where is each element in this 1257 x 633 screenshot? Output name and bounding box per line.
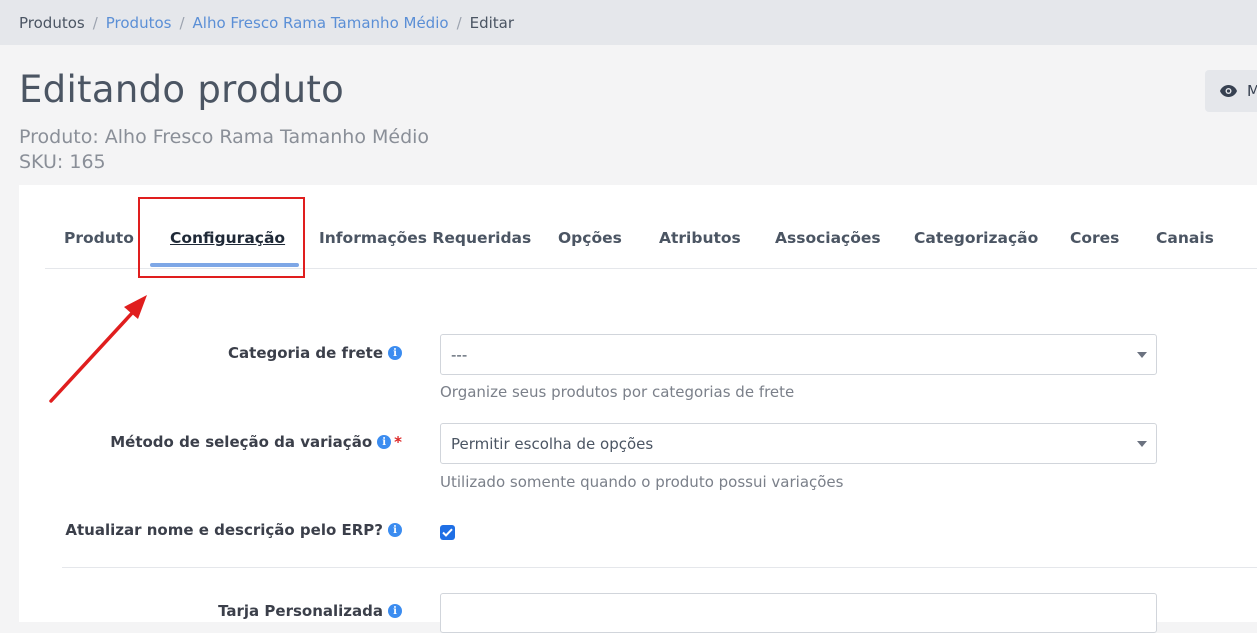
tab-informacoes-requeridas[interactable]: Informações Requeridas [319,229,531,247]
view-product-button[interactable]: M [1205,70,1257,112]
caret-down-icon [1137,352,1147,358]
breadcrumb-item-products[interactable]: Produtos [106,14,172,32]
breadcrumb-item-products-root: Produtos [19,13,85,32]
info-icon[interactable]: i [377,435,392,449]
info-icon[interactable]: i [388,604,402,618]
tab-atributos[interactable]: Atributos [659,229,741,247]
shipping-category-value: --- [451,345,468,364]
erp-update-label-text: Atualizar nome e descrição pelo ERP? [65,521,383,539]
page-title: Editando produto [19,68,345,111]
shipping-category-help: Organize seus produtos por categorias de… [440,383,795,401]
tab-categorizacao[interactable]: Categorização [914,229,1038,247]
shipping-category-label-text: Categoria de frete [228,344,383,362]
variation-method-value: Permitir escolha de opções [451,434,654,453]
custom-stripe-label-text: Tarja Personalizada [218,602,383,620]
breadcrumb-separator: / [456,13,462,32]
breadcrumb-item-edit: Editar [469,13,515,32]
required-mark: * [394,433,402,451]
erp-update-label: Atualizar nome e descrição pelo ERP? i [65,521,402,539]
check-icon [442,528,453,537]
tab-associacoes[interactable]: Associações [775,229,881,247]
section-divider [62,567,1257,568]
variation-method-label-text: Método de seleção da variação [110,433,373,451]
tab-opcoes[interactable]: Opções [558,229,622,247]
variation-method-select[interactable]: Permitir escolha de opções [440,423,1157,464]
tab-canais[interactable]: Canais [1156,229,1214,247]
sku-line: SKU: 165 [19,151,106,173]
annotation-highlight-box [138,197,305,278]
variation-method-help: Utilizado somente quando o produto possu… [440,473,844,491]
breadcrumb-separator: / [92,13,98,32]
erp-update-checkbox[interactable] [440,525,455,540]
tab-produto[interactable]: Produto [64,229,134,247]
tab-cores[interactable]: Cores [1070,229,1119,247]
custom-stripe-label: Tarja Personalizada i [218,602,402,620]
custom-stripe-input[interactable] [440,593,1157,633]
breadcrumb: Produtos / Produtos / Alho Fresco Rama T… [0,0,1257,45]
info-icon[interactable]: i [388,523,402,537]
breadcrumb-item-product[interactable]: Alho Fresco Rama Tamanho Médio [193,14,449,32]
variation-method-label: Método de seleção da variação i * [110,433,402,451]
eye-icon [1220,85,1237,97]
breadcrumb-separator: / [179,13,185,32]
info-icon[interactable]: i [388,346,402,360]
shipping-category-label: Categoria de frete i [228,344,402,362]
caret-down-icon [1137,441,1147,447]
view-product-button-label: M [1247,82,1257,100]
shipping-category-select[interactable]: --- [440,334,1157,375]
product-edit-card: Produto Configuração Informações Requeri… [19,185,1257,633]
product-name-line: Produto: Alho Fresco Rama Tamanho Médio [19,126,430,148]
